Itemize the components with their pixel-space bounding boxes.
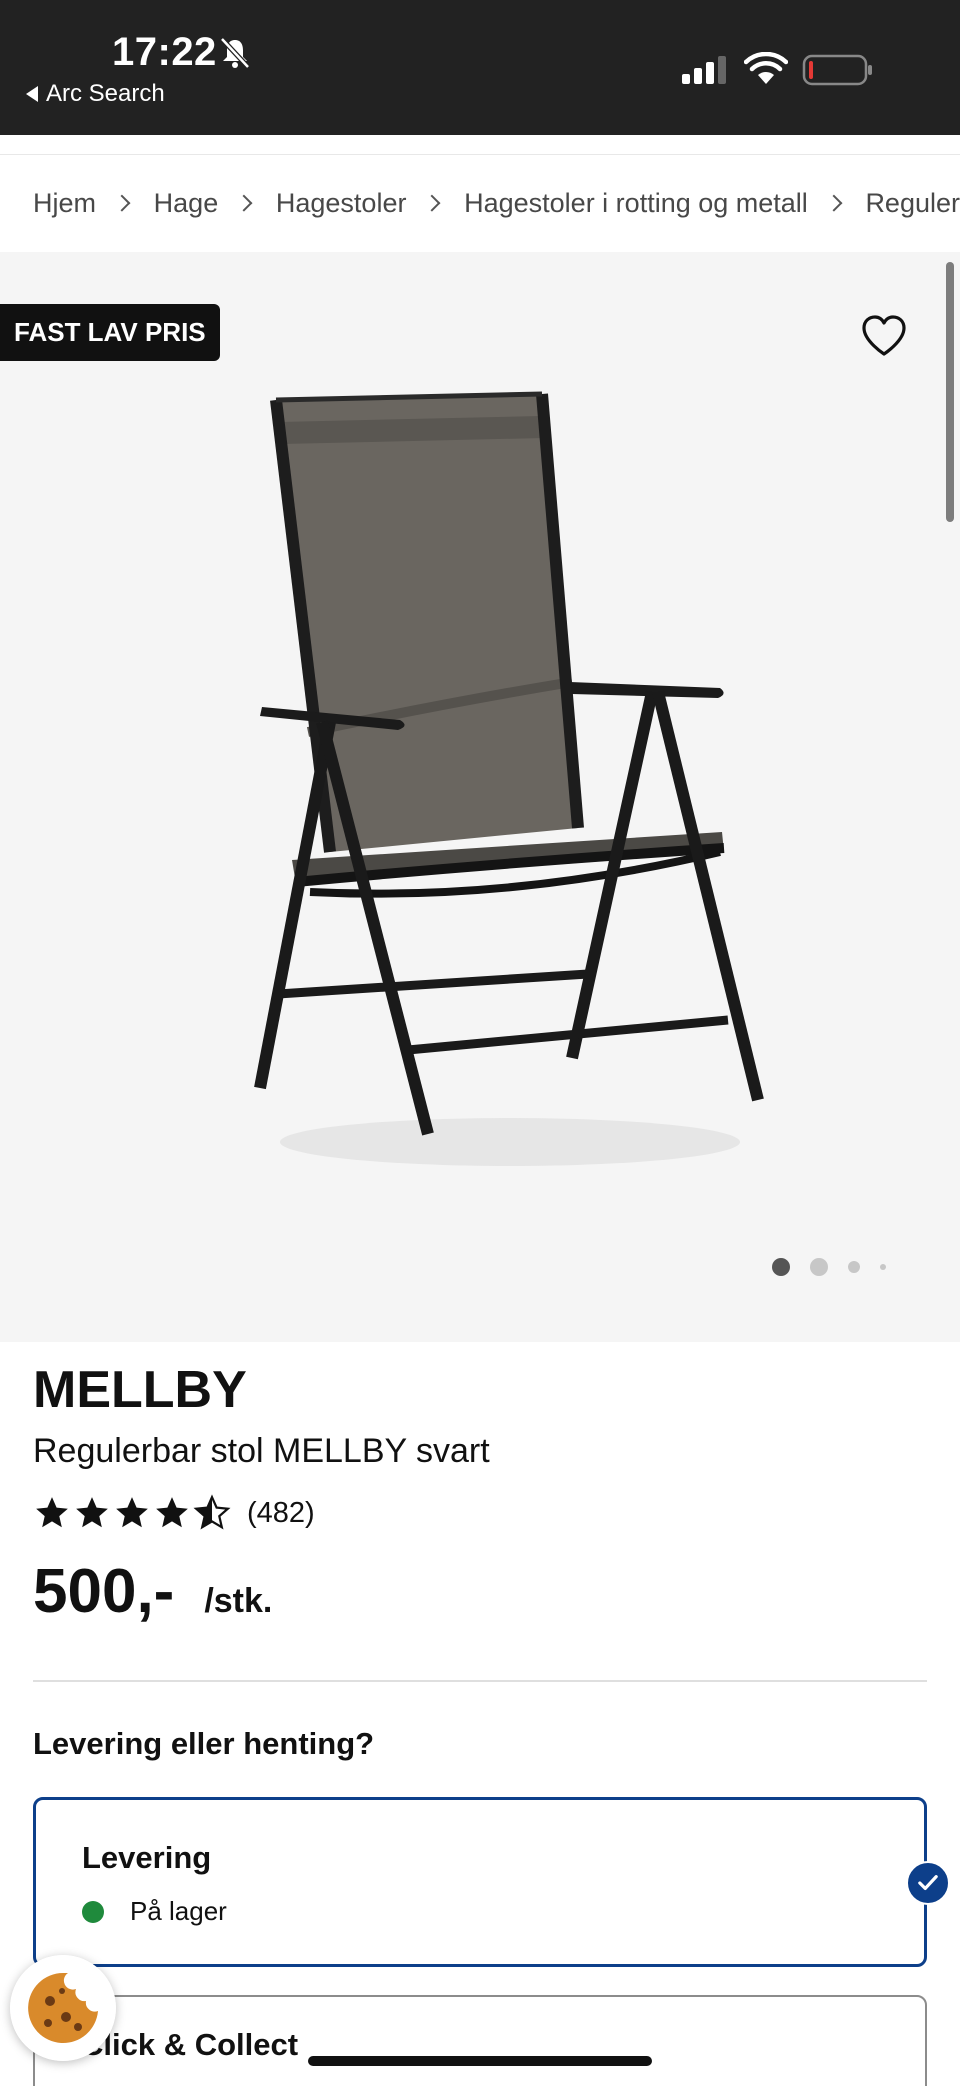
cookie-settings-icon[interactable] bbox=[10, 1955, 116, 2061]
product-description: Regulerbar stol MELLBY svart bbox=[33, 1432, 490, 1470]
price-badge: FAST LAV PRIS bbox=[0, 304, 220, 361]
product-gallery[interactable]: FAST LAV PRIS bbox=[0, 252, 960, 1342]
star-filled-icon bbox=[156, 1497, 188, 1528]
gallery-dot[interactable] bbox=[880, 1264, 886, 1270]
delivery-option-title: Click & Collect bbox=[81, 2027, 299, 2062]
gallery-pagination[interactable] bbox=[772, 1258, 886, 1276]
star-half-icon bbox=[193, 1494, 231, 1530]
product-image-chair[interactable] bbox=[180, 382, 800, 1182]
stock-status: På lager bbox=[82, 1896, 227, 1927]
in-stock-dot-icon bbox=[82, 1900, 104, 1923]
price-unit: /stk. bbox=[204, 1582, 273, 1620]
chevron-right-icon bbox=[113, 194, 131, 212]
signal-icon bbox=[682, 56, 726, 84]
star-filled-icon bbox=[116, 1497, 148, 1528]
delivery-option-title: Levering bbox=[82, 1840, 212, 1875]
star-filled-icon bbox=[76, 1497, 108, 1528]
product-price: 500,- /stk. bbox=[33, 1556, 272, 1627]
gallery-scrollbar[interactable] bbox=[946, 262, 954, 522]
chevron-right-icon bbox=[423, 194, 441, 212]
breadcrumb-item-rotting-metall[interactable]: Hagestoler i rotting og metall bbox=[464, 188, 808, 219]
check-selected-icon bbox=[906, 1861, 950, 1905]
delivery-question: Levering eller henting? bbox=[33, 1726, 375, 1761]
home-indicator bbox=[308, 2056, 652, 2066]
chevron-right-icon bbox=[825, 194, 842, 212]
battery-icon bbox=[802, 54, 872, 86]
breadcrumb: Hjem Hage Hagestoler Hagestoler i rottin… bbox=[33, 180, 960, 226]
back-app-label: Arc Search bbox=[46, 80, 165, 107]
delivery-option-levering[interactable]: Levering På lager bbox=[33, 1797, 927, 1967]
bell-slash-icon bbox=[220, 37, 250, 69]
breadcrumb-item-hagestoler[interactable]: Hagestoler bbox=[276, 188, 407, 219]
address-strip bbox=[0, 135, 960, 155]
breadcrumb-item-hjem[interactable]: Hjem bbox=[33, 188, 96, 219]
breadcrumb-item-hage[interactable]: Hage bbox=[154, 188, 219, 219]
divider bbox=[33, 1680, 927, 1682]
gallery-dot-active[interactable] bbox=[772, 1258, 790, 1276]
delivery-option-click-collect[interactable]: Click & Collect bbox=[33, 1995, 927, 2086]
status-bar: 17:22 Arc Search bbox=[0, 0, 960, 135]
stock-status-label: På lager bbox=[130, 1896, 227, 1926]
back-triangle-icon bbox=[26, 86, 38, 102]
back-to-app[interactable]: Arc Search bbox=[26, 80, 165, 108]
product-name: MELLBY bbox=[33, 1361, 247, 1419]
product-rating[interactable]: (482) bbox=[33, 1494, 315, 1532]
chevron-right-icon bbox=[235, 194, 253, 212]
heart-outline-icon[interactable] bbox=[860, 314, 908, 358]
status-time: 17:22 bbox=[112, 30, 217, 74]
star-filled-icon bbox=[36, 1497, 68, 1528]
rating-count[interactable]: (482) bbox=[247, 1497, 315, 1530]
wifi-icon bbox=[744, 52, 788, 84]
price-value: 500,- bbox=[33, 1557, 175, 1626]
breadcrumb-item-current[interactable]: Reguler bbox=[865, 188, 960, 219]
gallery-dot[interactable] bbox=[848, 1261, 860, 1273]
gallery-dot[interactable] bbox=[810, 1258, 828, 1276]
